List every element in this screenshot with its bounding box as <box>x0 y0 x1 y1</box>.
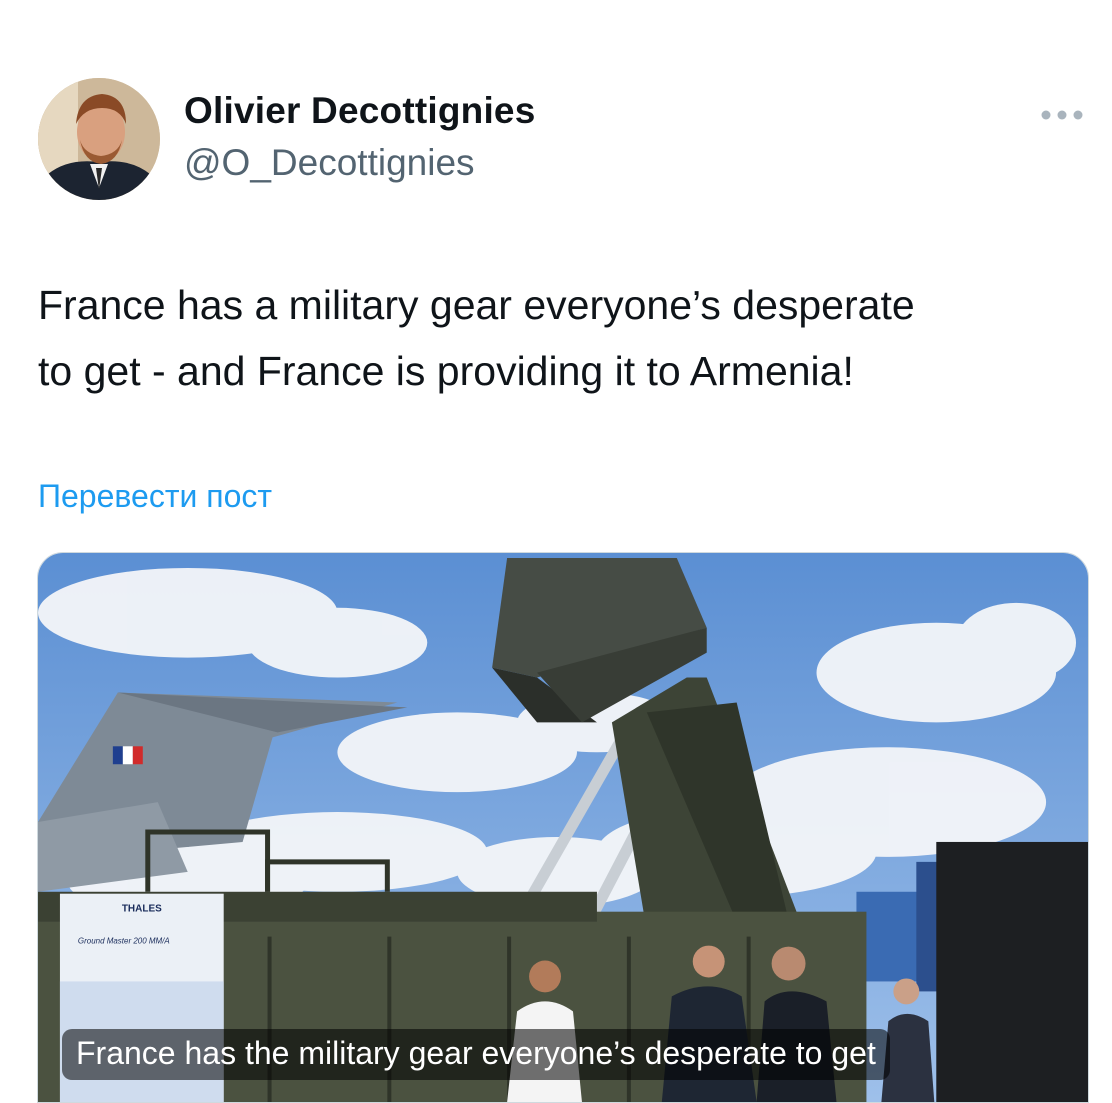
radar-photo: THALES Ground Master 200 MM/A <box>38 553 1088 1102</box>
translate-post-link[interactable]: Перевести пост <box>38 478 272 515</box>
avatar-image <box>38 78 160 200</box>
avatar[interactable] <box>38 78 160 200</box>
more-options-icon <box>1041 110 1083 120</box>
media-image[interactable]: THALES Ground Master 200 MM/A France has… <box>37 552 1089 1103</box>
tweet-text: France has a military gear everyone’s de… <box>38 272 1078 404</box>
media-caption: France has the military gear everyone’s … <box>62 1029 890 1080</box>
author-display-name[interactable]: Olivier Decottignies <box>184 90 536 132</box>
author-handle[interactable]: @O_Decottignies <box>184 142 475 184</box>
tweet-text-line: France has a military gear everyone’s de… <box>38 282 915 328</box>
more-options-button[interactable] <box>1036 100 1088 130</box>
banner-brand: THALES <box>122 904 162 915</box>
tweet-text-line: to get - and France is providing it to A… <box>38 348 854 394</box>
banner-title: Ground Master 200 MM/A <box>78 937 170 946</box>
tweet-card: Olivier Decottignies @O_Decottignies Fra… <box>0 0 1112 1103</box>
